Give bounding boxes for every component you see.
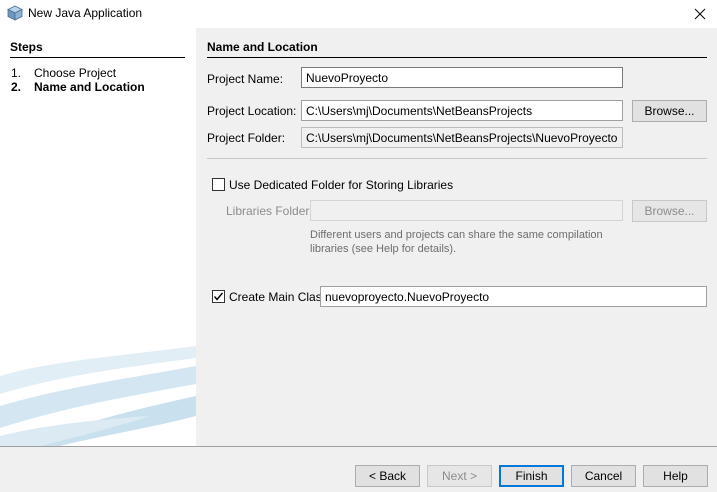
help-button[interactable]: Help bbox=[643, 465, 708, 487]
project-name-label: Project Name: bbox=[207, 72, 284, 86]
step-label: Name and Location bbox=[34, 80, 145, 94]
checkmark-icon bbox=[213, 292, 224, 301]
step-choose-project: 1. Choose Project bbox=[11, 66, 116, 80]
step-name-and-location: 2. Name and Location bbox=[11, 80, 145, 94]
project-folder-label: Project Folder: bbox=[207, 131, 286, 145]
libraries-folder-label: Libraries Folder: bbox=[226, 204, 313, 218]
libraries-note-line1: Different users and projects can share t… bbox=[310, 229, 603, 241]
project-name-input[interactable]: NuevoProyecto bbox=[301, 67, 623, 88]
decorative-swoosh bbox=[0, 346, 196, 446]
main-class-input[interactable]: nuevoproyecto.NuevoProyecto bbox=[320, 286, 707, 307]
section-header: Name and Location bbox=[207, 40, 707, 58]
netbeans-cube-icon bbox=[7, 5, 23, 21]
cancel-button[interactable]: Cancel bbox=[571, 465, 636, 487]
back-button[interactable]: < Back bbox=[355, 465, 420, 487]
dedicated-folder-checkbox[interactable] bbox=[212, 178, 225, 191]
project-location-input[interactable]: C:\Users\mj\Documents\NetBeansProjects bbox=[301, 100, 623, 121]
step-number: 1. bbox=[11, 66, 22, 80]
step-label: Choose Project bbox=[34, 66, 117, 80]
finish-button[interactable]: Finish bbox=[499, 465, 564, 487]
create-main-class-label[interactable]: Create Main Class bbox=[229, 290, 328, 304]
libraries-folder-input[interactable] bbox=[310, 200, 623, 221]
dedicated-folder-label[interactable]: Use Dedicated Folder for Storing Librari… bbox=[229, 178, 453, 192]
browse-libraries-button[interactable]: Browse... bbox=[632, 200, 707, 222]
button-bar: < Back Next > Finish Cancel Help bbox=[0, 446, 717, 492]
steps-pane: Steps 1. Choose Project 2. Name and Locati… bbox=[0, 28, 196, 446]
create-main-class-checkbox[interactable] bbox=[212, 290, 225, 303]
libraries-note-line2: libraries (see Help for details). bbox=[310, 243, 457, 255]
browse-location-button[interactable]: Browse... bbox=[632, 100, 707, 122]
window-title: New Java Application bbox=[28, 6, 143, 20]
main-pane: Name and Location Project Name: NuevoPro… bbox=[196, 28, 717, 446]
title-bar: New Java Application bbox=[0, 0, 717, 28]
next-button[interactable]: Next > bbox=[427, 465, 492, 487]
close-button[interactable] bbox=[683, 0, 717, 28]
steps-header: Steps bbox=[10, 40, 185, 58]
section-divider bbox=[207, 158, 707, 159]
project-folder-field: C:\Users\mj\Documents\NetBeansProjects\N… bbox=[301, 127, 623, 148]
step-number: 2. bbox=[11, 80, 22, 94]
project-location-label: Project Location: bbox=[207, 104, 297, 118]
close-icon bbox=[694, 8, 706, 20]
